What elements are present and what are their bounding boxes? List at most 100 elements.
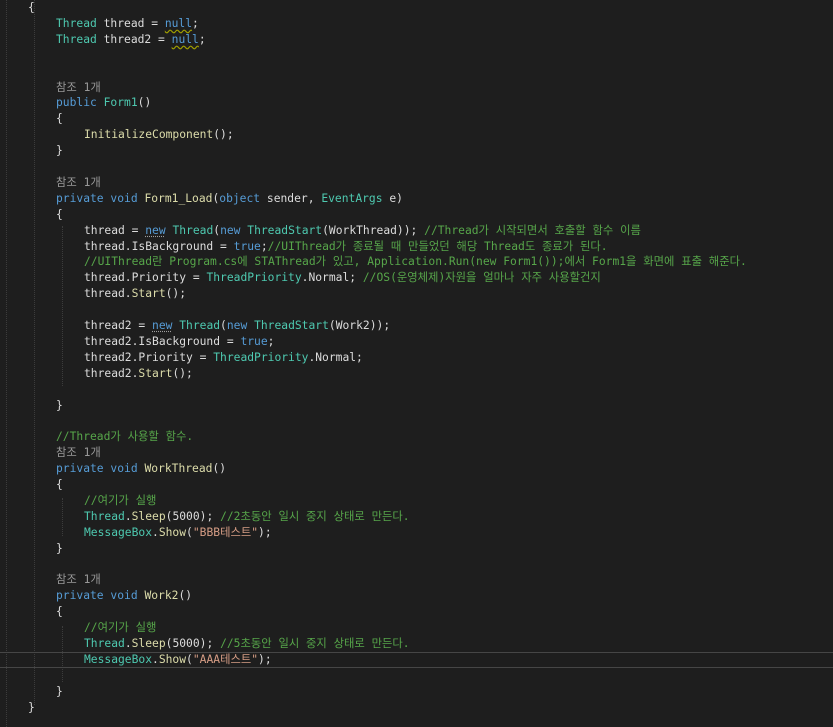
code-line[interactable]: thread2.IsBackground = true; <box>0 334 833 350</box>
code-token: } <box>28 701 35 714</box>
code-line[interactable]: } <box>0 684 833 700</box>
code-line[interactable] <box>0 557 833 573</box>
codelens-reference-count[interactable]: 참조 1개 <box>56 176 101 189</box>
code-token: void <box>110 589 138 602</box>
code-line[interactable]: //Thread가 사용할 함수. <box>0 429 833 445</box>
code-token: void <box>110 192 138 205</box>
code-line[interactable]: thread2.Start(); <box>0 366 833 382</box>
code-token: new <box>145 224 166 237</box>
code-line[interactable]: Thread.Sleep(5000); //2초동안 일시 중지 상태로 만든다… <box>0 509 833 525</box>
code-token: ThreadStart <box>247 224 323 237</box>
code-token: . <box>152 526 159 539</box>
code-token: (5000); <box>165 510 221 523</box>
code-line[interactable] <box>0 64 833 80</box>
code-line[interactable]: Thread.Sleep(5000); //5초동안 일시 중지 상태로 만든다… <box>0 636 833 652</box>
code-line[interactable] <box>0 302 833 318</box>
code-token: () <box>178 589 193 602</box>
code-token: null <box>171 33 199 46</box>
codelens-reference-count[interactable]: 참조 1개 <box>56 81 101 94</box>
code-line[interactable]: //여기가 실행 <box>0 620 833 636</box>
code-line[interactable]: public Form1() <box>0 95 833 111</box>
code-line[interactable]: private void Work2() <box>0 588 833 604</box>
code-line[interactable]: //UIThread란 Program.cs에 STAThread가 있고, A… <box>0 254 833 270</box>
code-token: Thread <box>84 637 125 650</box>
code-line[interactable]: //여기가 실행 <box>0 493 833 509</box>
code-token: private <box>56 462 104 475</box>
code-line[interactable] <box>0 48 833 64</box>
code-token: } <box>56 542 63 555</box>
code-line[interactable]: } <box>0 398 833 414</box>
code-line[interactable]: private void Form1_Load(object sender, E… <box>0 191 833 207</box>
code-token: public <box>56 96 97 109</box>
code-line[interactable]: } <box>0 700 833 716</box>
code-token: { <box>56 112 63 125</box>
code-token: (WorkThread)); <box>322 224 425 237</box>
code-line[interactable]: { <box>0 207 833 223</box>
code-token: ( <box>186 526 193 539</box>
code-line[interactable]: thread2 = new Thread(new ThreadStart(Wor… <box>0 318 833 334</box>
code-line[interactable]: 참조 1개 <box>0 80 833 96</box>
code-token: ( <box>220 319 227 332</box>
code-token: thread. <box>84 287 132 300</box>
code-token: object <box>219 192 261 205</box>
code-token: ); <box>258 526 272 539</box>
code-token: { <box>56 605 63 618</box>
code-token: //여기가 실행 <box>84 621 157 634</box>
code-token: thread2. <box>84 367 139 380</box>
code-editor[interactable]: {Thread thread = null; Thread thread2 = n… <box>0 0 833 727</box>
code-token: void <box>110 462 138 475</box>
code-line[interactable]: private void WorkThread() <box>0 461 833 477</box>
code-token: ; <box>260 240 268 253</box>
codelens-reference-count[interactable]: 참조 1개 <box>56 446 101 459</box>
code-line[interactable]: } <box>0 143 833 159</box>
code-token: //UIThread란 Program.cs에 STAThread가 있고, A… <box>84 255 747 268</box>
code-line[interactable]: InitializeComponent(); <box>0 127 833 143</box>
code-line[interactable]: } <box>0 541 833 557</box>
code-line[interactable]: thread = new Thread(new ThreadStart(Work… <box>0 223 833 239</box>
code-line[interactable]: { <box>0 604 833 620</box>
code-token: { <box>56 208 63 221</box>
code-line[interactable]: Thread thread2 = null; <box>0 32 833 48</box>
code-token: //OS(운영체제)자원을 얼마나 자주 사용할건지 <box>362 271 601 284</box>
code-line[interactable]: thread.Priority = ThreadPriority.Normal;… <box>0 270 833 286</box>
codelens-reference-count[interactable]: 참조 1개 <box>56 573 101 586</box>
code-line[interactable]: Thread thread = null; <box>0 16 833 32</box>
code-token: Thread <box>56 17 97 30</box>
code-token: e) <box>382 192 403 205</box>
code-token: //UIThread가 종료될 때 만들었던 해당 Thread도 종료가 된다… <box>267 240 608 253</box>
code-token: MessageBox <box>84 653 153 666</box>
code-line[interactable] <box>0 159 833 175</box>
code-token: Start <box>131 287 166 300</box>
code-token: EventArgs <box>321 192 383 205</box>
code-line[interactable] <box>0 382 833 398</box>
code-line[interactable]: { <box>0 477 833 493</box>
code-token: } <box>56 685 63 698</box>
code-token: //여기가 실행 <box>84 494 157 507</box>
code-line[interactable]: thread.Start(); <box>0 286 833 302</box>
code-line[interactable] <box>0 668 833 684</box>
code-line[interactable]: 참조 1개 <box>0 445 833 461</box>
code-token: ThreadPriority <box>206 271 302 284</box>
code-line[interactable]: MessageBox.Show("BBB테스트"); <box>0 525 833 541</box>
code-line[interactable]: thread2.Priority = ThreadPriority.Normal… <box>0 350 833 366</box>
code-token: null <box>164 17 193 30</box>
code-token: //5초동안 일시 중지 상태로 만든다. <box>220 637 410 650</box>
code-token: thread2.Priority = <box>84 351 214 364</box>
code-token: () <box>212 462 227 475</box>
code-token: new <box>152 319 173 332</box>
code-line[interactable]: 참조 1개 <box>0 572 833 588</box>
code-line[interactable]: 참조 1개 <box>0 175 833 191</box>
code-token: (); <box>172 367 193 380</box>
code-line[interactable]: { <box>0 111 833 127</box>
code-line[interactable]: thread.IsBackground = true;//UIThread가 종… <box>0 239 833 255</box>
code-token: ( <box>186 653 193 666</box>
code-line[interactable]: { <box>0 0 833 16</box>
code-token: thread = <box>96 17 165 30</box>
code-token: Thread <box>84 510 125 523</box>
code-token: .Normal; <box>301 271 363 284</box>
code-line[interactable] <box>0 413 833 429</box>
code-line[interactable]: MessageBox.Show("AAA테스트"); <box>0 652 833 668</box>
code-token: (5000); <box>165 637 221 650</box>
code-token: Sleep <box>131 510 166 523</box>
